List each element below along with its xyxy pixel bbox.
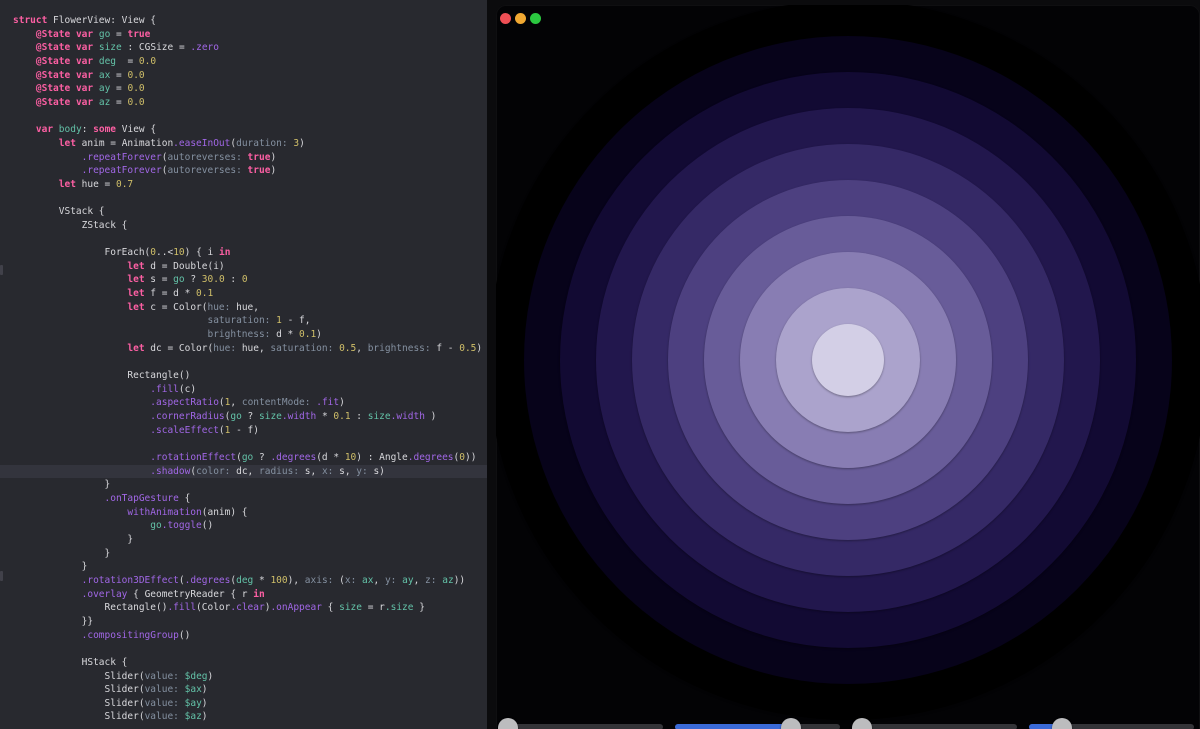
code-line: ZStack { [13, 219, 487, 233]
code-line [13, 355, 487, 369]
code-line: .repeatForever(autoreverses: true) [13, 164, 487, 178]
code-line: go.toggle() [13, 519, 487, 533]
code-editor[interactable]: struct FlowerView: View { @State var go … [0, 0, 487, 729]
code-line: @State var ay = 0.0 [13, 82, 487, 96]
code-line: VStack { [13, 205, 487, 219]
code-line: let f = d * 0.1 [13, 287, 487, 301]
app-screen: struct FlowerView: View { @State var go … [0, 0, 1200, 729]
code-line: } [13, 560, 487, 574]
code-line: @State var size : CGSize = .zero [13, 41, 487, 55]
code-line: ForEach(0..<10) { i in [13, 246, 487, 260]
code-line: let s = go ? 30.0 : 0 [13, 273, 487, 287]
code-line [13, 233, 487, 247]
code-line: Slider(value: $az) [13, 710, 487, 724]
code-line: withAnimation(anim) { [13, 506, 487, 520]
code-line: .fill(c) [13, 383, 487, 397]
code-line: brightness: d * 0.1) [13, 328, 487, 342]
slider-knob[interactable] [781, 718, 801, 729]
slider-track[interactable] [498, 724, 663, 729]
flower-circle [812, 324, 884, 396]
code-line: HStack { [13, 656, 487, 670]
slider-knob[interactable] [852, 718, 872, 729]
flower-preview[interactable] [496, 5, 1200, 729]
slider-track[interactable] [852, 724, 1017, 729]
code-line: let anim = Animation.easeInOut(duration:… [13, 137, 487, 151]
code-line: Rectangle() [13, 369, 487, 383]
code-line: Slider(value: $deg) [13, 670, 487, 684]
code-line: } [13, 547, 487, 561]
code-line: .overlay { GeometryReader { r in [13, 588, 487, 602]
code-line: .rotation3DEffect(.degrees(deg * 100), a… [13, 574, 487, 588]
slider-knob[interactable] [1052, 718, 1072, 729]
slider-ax[interactable] [675, 718, 840, 729]
code-content: struct FlowerView: View { @State var go … [0, 14, 487, 724]
code-line: let hue = 0.7 [13, 178, 487, 192]
slider-knob[interactable] [498, 718, 518, 729]
slider-az[interactable] [1029, 718, 1194, 729]
code-line [13, 192, 487, 206]
slider-fill [675, 724, 791, 729]
code-line: }} [13, 615, 487, 629]
code-line: } [13, 533, 487, 547]
code-line: saturation: 1 - f, [13, 314, 487, 328]
code-line: .repeatForever(autoreverses: true) [13, 151, 487, 165]
code-line: struct FlowerView: View { [13, 14, 487, 28]
code-line: .onTapGesture { [13, 492, 487, 506]
code-line: @State var deg = 0.0 [13, 55, 487, 69]
code-line: .cornerRadius(go ? size.width * 0.1 : si… [13, 410, 487, 424]
preview-window [496, 5, 1200, 729]
code-line: .compositingGroup() [13, 629, 487, 643]
code-line: @State var ax = 0.0 [13, 69, 487, 83]
code-line [13, 110, 487, 124]
code-line: .aspectRatio(1, contentMode: .fit) [13, 396, 487, 410]
code-line: Slider(value: $ay) [13, 697, 487, 711]
code-line [13, 642, 487, 656]
slider-ay[interactable] [852, 718, 1017, 729]
code-line [13, 437, 487, 451]
code-line: } [13, 478, 487, 492]
slider-deg[interactable] [498, 718, 663, 729]
code-line: let d = Double(i) [13, 260, 487, 274]
preview-canvas [487, 0, 1200, 729]
code-line: @State var az = 0.0 [13, 96, 487, 110]
code-line: .shadow(color: dc, radius: s, x: s, y: s… [13, 465, 487, 479]
code-line: let c = Color(hue: hue, [13, 301, 487, 315]
code-line: Rectangle().fill(Color.clear).onAppear {… [13, 601, 487, 615]
code-line: @State var go = true [13, 28, 487, 42]
code-line: Slider(value: $ax) [13, 683, 487, 697]
code-line: var body: some View { [13, 123, 487, 137]
code-line: let dc = Color(hue: hue, saturation: 0.5… [13, 342, 487, 356]
code-line: .rotationEffect(go ? .degrees(d * 10) : … [13, 451, 487, 465]
code-line: .scaleEffect(1 - f) [13, 424, 487, 438]
